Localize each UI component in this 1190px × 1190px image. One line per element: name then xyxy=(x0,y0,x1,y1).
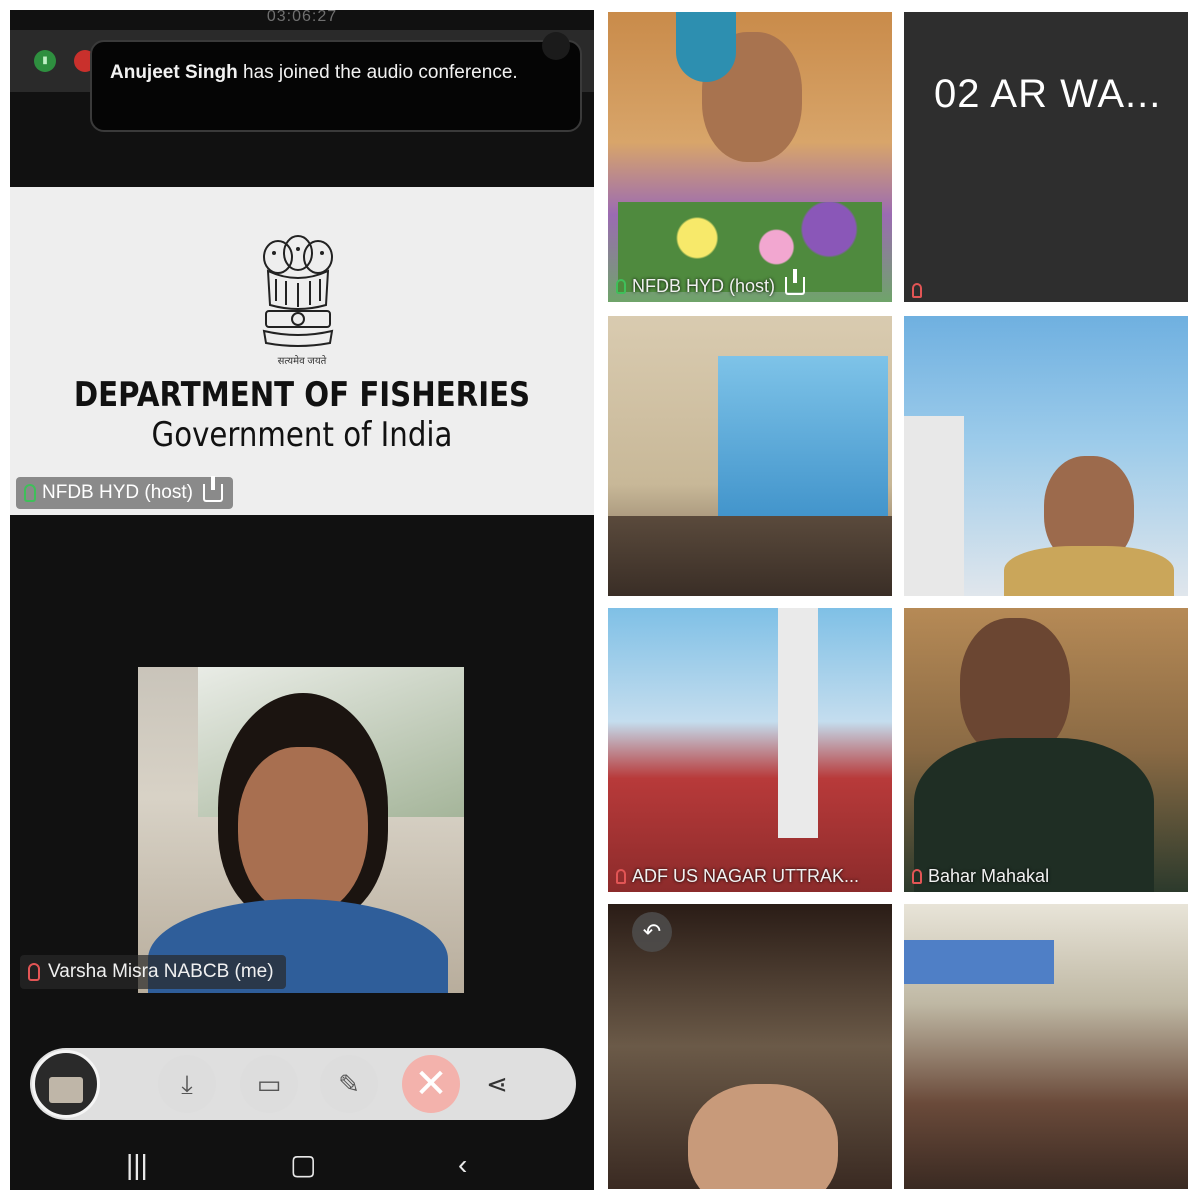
video-tile-nfdb-hyd[interactable]: NFDB HYD (host) xyxy=(608,12,892,302)
self-name: Varsha Misra NABCB (me) xyxy=(48,961,274,982)
shared-screen: सत्यमेव जयते DEPARTMENT OF FISHERIES Gov… xyxy=(10,187,594,515)
mic-muted-icon xyxy=(912,283,922,298)
mic-muted-icon xyxy=(28,963,40,981)
department-title: DEPARTMENT OF FISHERIES xyxy=(73,375,531,415)
back-icon[interactable]: ‹ xyxy=(458,1150,467,1180)
video-person-face xyxy=(238,747,368,917)
home-icon[interactable]: ▢ xyxy=(290,1150,316,1180)
mic-on-icon xyxy=(24,484,36,502)
video-tile-roof[interactable]: ↶ xyxy=(608,904,892,1189)
video-person-face xyxy=(960,618,1070,758)
back-arrow-icon[interactable]: ↶ xyxy=(632,912,672,952)
video-banner xyxy=(718,356,888,536)
status-time: 03:06:27 xyxy=(266,10,338,25)
video-audience xyxy=(608,516,892,596)
self-video[interactable] xyxy=(138,667,464,993)
video-curtain xyxy=(778,608,818,838)
host-name-tag: NFDB HYD (host) xyxy=(16,476,233,509)
video-person-saree xyxy=(1004,546,1174,596)
phone-screen: 03:06:27 ▮ Anujeet Singh has joined the … xyxy=(10,10,594,1190)
screenshot-icon[interactable]: ⤓ xyxy=(158,1055,216,1113)
tile-name-tag: Bahar Mahakal xyxy=(912,864,1049,888)
video-person-face xyxy=(688,1084,838,1189)
recent-apps-icon[interactable]: ||| xyxy=(126,1150,148,1180)
department-subtitle: Government of India xyxy=(151,415,453,455)
mic-muted-icon xyxy=(616,868,626,884)
video-banner xyxy=(904,940,1054,984)
tile-name: NFDB HYD (host) xyxy=(632,276,776,296)
emblem-motto: सत्यमेव जयते xyxy=(277,356,327,367)
join-notification: Anujeet Singh has joined the audio confe… xyxy=(90,40,582,132)
share-icon[interactable]: ⋖ xyxy=(468,1055,526,1113)
video-icon[interactable]: ▭ xyxy=(240,1055,298,1113)
screen-share-controls: ⤓ ▭ ✎ ✕ ⋖ xyxy=(30,1048,576,1120)
host-name: NFDB HYD (host) xyxy=(42,482,193,503)
mic-on-icon xyxy=(616,278,626,294)
screen-share-icon xyxy=(202,476,223,502)
tile-name-tag: ADF US NAGAR UTTRAK... xyxy=(616,864,859,888)
toast-name: Anujeet Singh xyxy=(110,62,238,83)
video-headscarf xyxy=(676,12,736,82)
tile-name-tag: NFDB HYD (host) xyxy=(616,269,806,298)
national-emblem-icon xyxy=(262,235,334,347)
mic-muted-icon xyxy=(912,868,922,884)
participants-thumbnail[interactable] xyxy=(32,1050,100,1118)
stop-share-icon[interactable]: ✕ xyxy=(402,1055,460,1113)
annotate-icon[interactable]: ✎ xyxy=(320,1055,378,1113)
self-name-tag: Varsha Misra NABCB (me) xyxy=(20,955,286,989)
video-tile-adf-us-nagar[interactable]: ADF US NAGAR UTTRAK... xyxy=(608,608,892,892)
tile-name: ADF US NAGAR UTTRAK... xyxy=(632,866,860,886)
video-tile-classroom[interactable] xyxy=(904,904,1188,1189)
screen-share-icon xyxy=(785,269,806,295)
tile-name: Bahar Mahakal xyxy=(928,866,1050,886)
signal-icon[interactable]: ▮ xyxy=(34,50,56,72)
video-tile-bahar-mahakal[interactable]: Bahar Mahakal xyxy=(904,608,1188,892)
participant-name-large: 02 AR WA... xyxy=(934,72,1162,116)
toast-message: has joined the audio conference. xyxy=(237,62,518,83)
tile-name-tag xyxy=(912,283,928,298)
video-tile-02-ar-wa[interactable]: 02 AR WA... xyxy=(904,12,1188,302)
video-tile-hall-banner[interactable] xyxy=(608,316,892,596)
video-person-left xyxy=(904,416,964,596)
video-tile-stage[interactable] xyxy=(904,316,1188,596)
toast-dismiss-icon[interactable] xyxy=(542,32,570,60)
android-nav-bar: ||| ▢ ‹ xyxy=(10,1140,594,1190)
